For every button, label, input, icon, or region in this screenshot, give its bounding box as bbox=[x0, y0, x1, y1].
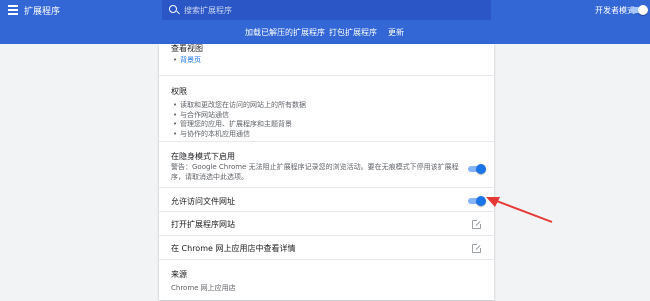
arrow-shaft bbox=[493, 199, 553, 223]
annotation-arrow bbox=[486, 197, 553, 223]
